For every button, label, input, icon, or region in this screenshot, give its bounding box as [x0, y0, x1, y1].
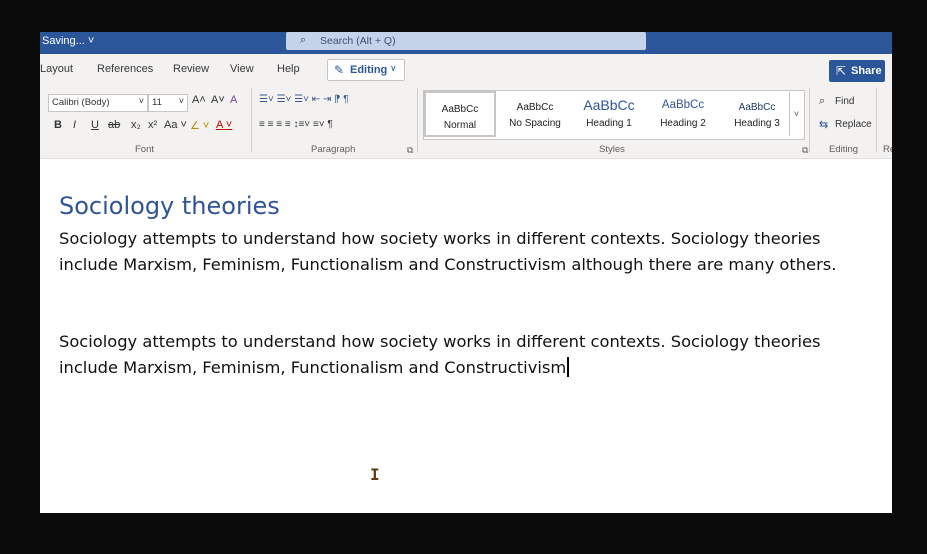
strikethrough-button[interactable]: ab [108, 119, 120, 131]
superscript-button[interactable]: x² [148, 119, 157, 131]
styles-group-label: Styles [599, 144, 625, 155]
dialog-launcher-icon[interactable]: ⧉ [407, 145, 413, 156]
style-sample: AaBbCc [516, 102, 554, 113]
style-name: Heading 2 [660, 118, 706, 129]
pencil-icon: ✎ [334, 63, 345, 77]
find-button[interactable]: Find [835, 96, 854, 107]
chevron-down-icon: ˅ [178, 96, 184, 106]
document-paragraph-2[interactable]: Sociology attempts to understand how soc… [59, 329, 859, 381]
style-name: Normal [443, 120, 477, 131]
tab-layout[interactable]: Layout [40, 63, 73, 75]
font-size-value: 11 [152, 97, 162, 108]
underline-button[interactable]: U [91, 119, 99, 131]
search-icon: ⌕ [300, 34, 307, 46]
style-sample: AaBbCc [661, 99, 705, 111]
font-color-button[interactable]: A ˅ [216, 119, 232, 131]
word-window: Saving... ˅ ⌕ Search (Alt + Q) Layout Re… [40, 32, 892, 513]
shrink-font-button[interactable]: A˅ [211, 94, 225, 106]
search-placeholder: Search (Alt + Q) [320, 35, 396, 47]
paragraph-text: Sociology attempts to understand how soc… [59, 332, 821, 377]
italic-button[interactable]: I [73, 119, 76, 131]
document-canvas[interactable]: Sociology theories Sociology attempts to… [40, 159, 892, 513]
style-sample: AaBbCc [738, 102, 776, 113]
tab-view[interactable]: View [230, 63, 254, 75]
grow-font-button[interactable]: A˄ [192, 94, 206, 106]
tab-references[interactable]: References [97, 63, 153, 75]
replace-icon: ⇆ [819, 119, 829, 131]
divider [876, 88, 877, 152]
replace-button[interactable]: Replace [835, 119, 872, 130]
search-icon: ⌕ [819, 95, 826, 107]
share-icon: ⇱ [836, 64, 847, 78]
paragraph-group-label: Paragraph [311, 144, 356, 155]
style-no-spacing[interactable]: AaBbCc No Spacing [499, 91, 571, 137]
ribbon: Calibri (Body) ˅ 11 ˅ A˄ A˅ A B I U ab x… [40, 82, 892, 159]
font-size-select[interactable]: 11 ˅ [148, 94, 188, 112]
ribbon-tabs: Layout References Review View Help ✎ Edi… [40, 54, 892, 82]
style-name: No Spacing [509, 118, 561, 129]
document-heading[interactable]: Sociology theories [59, 192, 280, 220]
share-label: Share [851, 65, 882, 77]
font-name-select[interactable]: Calibri (Body) ˅ [48, 94, 148, 112]
document-paragraph-1[interactable]: Sociology attempts to understand how soc… [59, 226, 859, 278]
style-name: Heading 3 [734, 118, 780, 129]
editing-group-label: Editing [829, 144, 859, 155]
divider [417, 88, 418, 152]
ibeam-cursor-icon: I [370, 465, 380, 484]
font-group-label: Font [135, 144, 155, 155]
chevron-down-icon: ∨ [390, 63, 397, 73]
chevron-down-icon: ˅ [138, 96, 144, 106]
style-normal[interactable]: AaBbCc Normal [424, 91, 496, 137]
text-caret [567, 357, 570, 377]
search-box[interactable]: ⌕ Search (Alt + Q) [286, 32, 646, 50]
bold-button[interactable]: B [54, 119, 62, 131]
editing-mode-button[interactable]: ✎ Editing ∨ [327, 59, 405, 81]
style-sample: AaBbCc [441, 104, 479, 115]
change-case-button[interactable]: Aa ˅ [164, 119, 187, 131]
tab-help[interactable]: Help [277, 63, 300, 75]
style-name: Heading 1 [586, 118, 632, 129]
style-heading-3[interactable]: AaBbCc Heading 3 [721, 91, 793, 137]
save-status[interactable]: Saving... ˅ [42, 35, 94, 47]
font-name-value: Calibri (Body) [52, 97, 110, 108]
styles-gallery: AaBbCc Normal AaBbCc No Spacing AaBbCc H… [423, 90, 805, 140]
paragraph-row-1[interactable]: ☰˅ ☰˅ ☰˅ ⇤ ⇥ ⁋ ¶ [259, 94, 349, 105]
paragraph-row-2[interactable]: ≡ ≡ ≡ ≡ ↕≡˅ ≡˅ ¶ [259, 119, 333, 130]
highlight-button[interactable]: ∠ ˅ [190, 119, 209, 132]
title-bar: Saving... ˅ ⌕ Search (Alt + Q) [40, 32, 892, 54]
divider [251, 88, 252, 152]
divider [809, 88, 810, 152]
share-button[interactable]: ⇱ Share [829, 60, 885, 82]
cut-off-group-label: Re [883, 144, 892, 155]
styles-more-button[interactable]: ˅ [789, 92, 803, 136]
editing-mode-label: Editing [350, 64, 388, 76]
tab-review[interactable]: Review [173, 63, 209, 75]
dialog-launcher-icon[interactable]: ⧉ [802, 145, 808, 156]
subscript-button[interactable]: x₂ [131, 119, 141, 131]
style-sample: AaBbCc [583, 97, 635, 113]
clear-formatting-button[interactable]: A [230, 94, 237, 106]
style-heading-1[interactable]: AaBbCc Heading 1 [573, 91, 645, 137]
style-heading-2[interactable]: AaBbCc Heading 2 [647, 91, 719, 137]
